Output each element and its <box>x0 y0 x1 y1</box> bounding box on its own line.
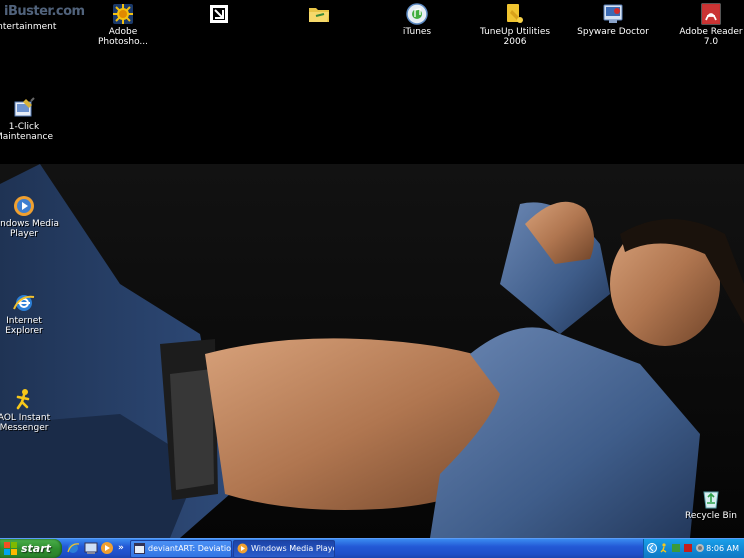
taskbar-button-deviantart[interactable]: deviantART: Deviatio... <box>130 540 232 558</box>
system-tray: 8:06 AM <box>643 539 744 558</box>
desktop-icon-tuneup-utilities[interactable]: TuneUp Utilities 2006 <box>479 2 551 47</box>
desktop-icon-recycle-bin[interactable]: Recycle Bin <box>675 486 744 521</box>
desktop-icon-adobe-photoshop[interactable]: Adobe Photosho... <box>87 2 159 47</box>
desktop-icon-windows-media-player[interactable]: Windows Media Player <box>0 194 60 239</box>
desktop-icon-aol-instant-messenger[interactable]: AOL Instant Messenger <box>0 388 60 433</box>
taskbar[interactable]: start » deviantART: Deviatio... Windows … <box>0 538 744 558</box>
browser-window-icon <box>134 543 145 554</box>
itunes-icon <box>406 3 428 25</box>
antivirus-tray-icon[interactable] <box>683 543 693 553</box>
taskbar-clock[interactable]: 8:06 AM <box>706 539 739 558</box>
desktop-icon-1-click-maintenance[interactable]: 1-Click Maintenance <box>0 97 60 142</box>
network-tray-icon[interactable] <box>695 543 705 553</box>
icon-label: Internet Explorer <box>5 316 43 336</box>
icon-label: Adobe Reader 7.0 <box>679 27 743 47</box>
photoshop-icon <box>113 4 133 24</box>
desktop-icon-spyware-doctor[interactable]: Spyware Doctor <box>577 2 649 37</box>
start-label: start <box>21 542 51 555</box>
internet-explorer-icon <box>13 295 35 311</box>
tray-expand-arrow-icon[interactable] <box>647 543 657 553</box>
folder-icon <box>309 8 329 22</box>
desktop-icon-folder[interactable] <box>283 2 355 27</box>
security-tray-icon[interactable] <box>671 543 681 553</box>
desktop-icon-unlabeled-1[interactable] <box>183 2 255 27</box>
icon-label: AOL Instant Messenger <box>0 413 51 433</box>
icon-label: Recycle Bin <box>685 511 737 521</box>
taskbar-button-label: deviantART: Deviatio... <box>148 544 232 553</box>
tuneup-icon <box>507 4 523 23</box>
start-button[interactable]: start <box>0 539 62 558</box>
spyware-doctor-icon <box>603 4 623 23</box>
maintenance-icon <box>14 97 35 117</box>
windows-flag-icon <box>4 542 17 555</box>
taskbar-button-windows-media-player[interactable]: Windows Media Player <box>233 540 335 558</box>
windows-media-player-icon <box>14 196 34 216</box>
desktop-icon-entertainment[interactable]: entertainment <box>0 22 60 32</box>
icon-label: TuneUp Utilities 2006 <box>479 27 551 47</box>
media-player-window-icon <box>237 543 248 554</box>
icon-label: 1-Click Maintenance <box>0 122 53 142</box>
taskbar-button-label: Windows Media Player <box>251 544 335 553</box>
aim-running-man-icon <box>16 389 30 410</box>
desktop-icon-adobe-reader[interactable]: Adobe Reader 7.0 <box>675 2 744 47</box>
icon-label: iTunes <box>402 27 432 37</box>
recycle-bin-icon <box>703 491 719 509</box>
wallpaper-image <box>0 164 744 538</box>
icon-label: Adobe Photosho... <box>98 27 148 47</box>
icon-label: entertainment <box>0 22 57 32</box>
media-player-quicklaunch-icon[interactable] <box>100 541 114 555</box>
adobe-reader-icon <box>701 3 721 25</box>
wallpaper-watermark: iBuster.com <box>4 4 85 19</box>
icon-label: Spyware Doctor <box>577 27 649 37</box>
desktop-icon-itunes[interactable]: iTunes <box>381 2 453 37</box>
shortcut-box-icon <box>210 5 228 23</box>
ie-quicklaunch-icon[interactable] <box>66 541 80 555</box>
show-desktop-icon[interactable] <box>84 541 98 555</box>
quick-launch-overflow-chevron-icon[interactable]: » <box>118 540 124 556</box>
desktop[interactable]: iBuster.com entertainment Adobe Photosho… <box>0 0 744 538</box>
desktop-icon-internet-explorer[interactable]: Internet Explorer <box>0 291 60 336</box>
icon-label: Windows Media Player <box>0 219 60 239</box>
aim-tray-icon[interactable] <box>659 543 669 553</box>
